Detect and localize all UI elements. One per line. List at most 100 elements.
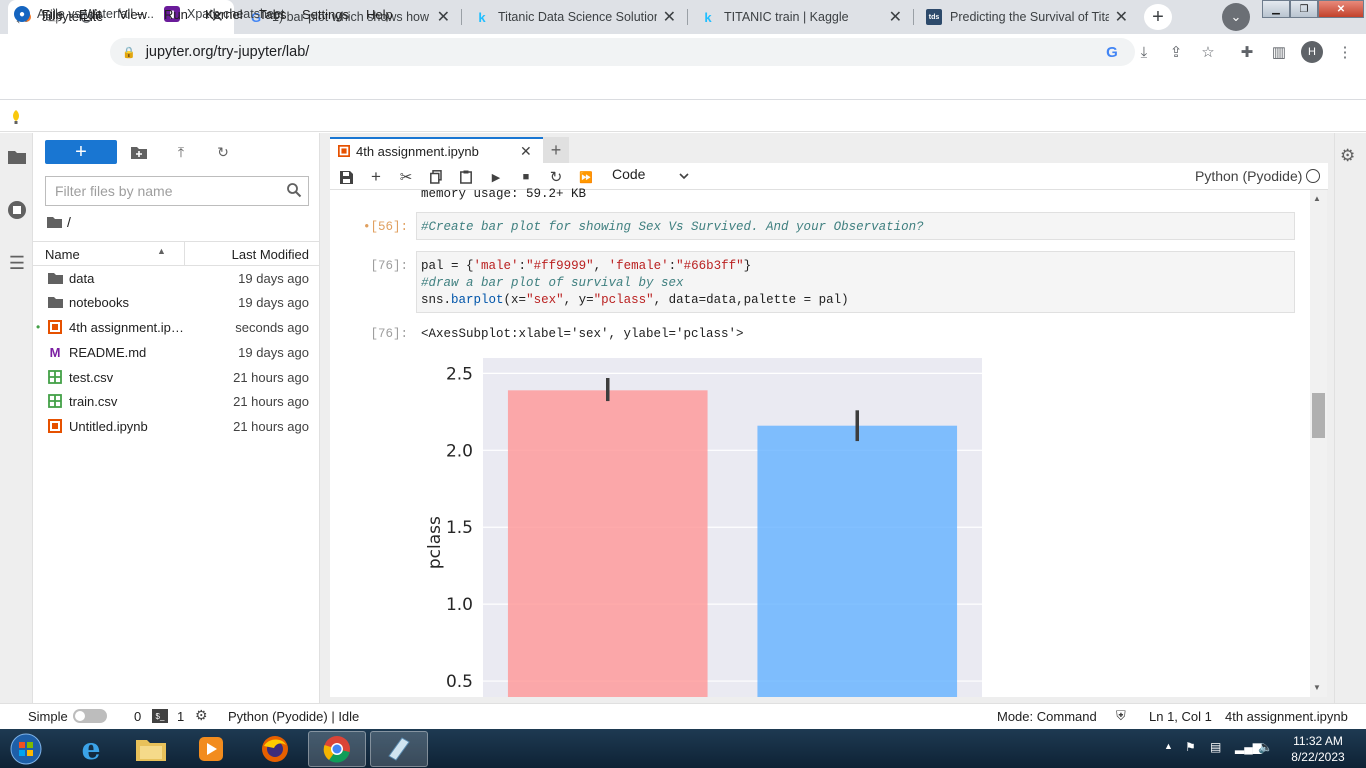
menu-settings[interactable]: Settings (302, 7, 349, 22)
explorer-icon[interactable] (122, 731, 180, 767)
new-tab-button[interactable]: + (1144, 4, 1172, 30)
side-panel-icon[interactable]: ▥ (1269, 42, 1289, 62)
folder-icon (47, 270, 63, 286)
close-icon[interactable]: ✕ (889, 7, 902, 27)
column-name[interactable]: Name (45, 247, 80, 262)
file-row[interactable]: train.csv 21 hours ago (33, 389, 320, 413)
menu-view[interactable]: View (119, 7, 147, 22)
save-icon[interactable] (337, 168, 355, 186)
media-player-icon[interactable] (182, 731, 240, 767)
chevron-down-icon[interactable] (678, 168, 690, 184)
new-folder-icon[interactable] (130, 144, 148, 160)
upload-icon[interactable]: ⤒ (172, 144, 190, 160)
extensions-icon[interactable]: ✚ (1237, 42, 1257, 62)
file-row[interactable]: M README.md 19 days ago (33, 340, 320, 364)
file-filter-input[interactable]: Filter files by name (45, 176, 309, 206)
add-tab-button[interactable]: + (543, 137, 569, 163)
simple-mode-toggle[interactable] (73, 709, 107, 723)
sort-ascending-icon[interactable]: ▲ (157, 246, 166, 256)
toc-icon[interactable]: ☰ (6, 252, 28, 274)
browser-tab-tds[interactable]: tds Predicting the Survival of Titan ✕ (916, 0, 1138, 34)
more-menu-icon[interactable]: ⋮ (1335, 42, 1355, 62)
chrome-icon[interactable] (308, 731, 366, 767)
usb-icon[interactable]: ▤ (1210, 740, 1221, 754)
menu-kernel[interactable]: Kernel (205, 7, 243, 22)
scrollbar-thumb[interactable] (1312, 393, 1325, 438)
insert-cell-icon[interactable]: + (367, 167, 385, 186)
close-icon[interactable]: ✕ (437, 7, 450, 27)
stop-icon[interactable]: ■ (517, 168, 535, 186)
taskbar-clock[interactable]: 11:32 AM 8/22/2023 (1280, 733, 1356, 765)
file-modified: 19 days ago (238, 294, 309, 310)
copy-icon[interactable] (427, 168, 445, 186)
file-name: data (69, 270, 95, 286)
file-row[interactable]: • 4th assignment.ipynb seconds ago (33, 315, 320, 339)
menu-edit[interactable]: Edit (79, 7, 101, 22)
google-lens-icon[interactable]: G (1102, 42, 1122, 62)
kernel-name[interactable]: Python (Pyodide) (1195, 168, 1302, 184)
maximize-button[interactable]: ❐ (1290, 0, 1318, 18)
code-cell[interactable]: pal = {'male':"#ff9999", 'female':"#66b3… (416, 251, 1295, 313)
file-row[interactable]: data 19 days ago (33, 266, 320, 290)
close-icon[interactable]: ✕ (663, 7, 676, 27)
new-launcher-button[interactable]: + (45, 140, 117, 164)
output-text: <AxesSubplot:xlabel='sex', ylabel='pclas… (421, 327, 744, 341)
browser-tab-kaggle-solutions[interactable]: k Titanic Data Science Solutions ✕ (464, 0, 686, 34)
scrollbar[interactable] (1310, 190, 1327, 697)
browser-tab-kaggle-train[interactable]: k TITANIC train | Kaggle ✕ (690, 0, 912, 34)
cell-type-select[interactable]: Code (612, 166, 645, 182)
trust-icon[interactable]: ⛨ (1116, 708, 1126, 724)
install-icon[interactable]: ⤓ (1134, 42, 1154, 62)
start-button[interactable] (6, 729, 46, 768)
avatar[interactable]: H (1301, 41, 1323, 63)
property-inspector-icon[interactable]: ⚙ (1340, 146, 1355, 166)
bookmark-star-icon[interactable]: ☆ (1198, 42, 1218, 62)
minimize-button[interactable]: ▁ (1262, 0, 1290, 18)
flag-icon[interactable]: ⚑ (1185, 740, 1196, 754)
refresh-icon[interactable]: ↻ (214, 144, 232, 160)
tray-expand-icon[interactable]: ▲ (1164, 741, 1173, 751)
cursor-position[interactable]: Ln 1, Col 1 (1149, 709, 1212, 724)
run-icon[interactable]: ▶ (487, 168, 505, 186)
jupyter-logo-icon (13, 110, 19, 124)
address-bar[interactable]: 🔒 jupyter.org/try-jupyter/lab/ (110, 38, 1135, 66)
y-tick-label: 2.0 (446, 441, 473, 461)
scroll-up-icon[interactable]: ▲ (1313, 194, 1321, 203)
terminal-icon: $_ (152, 709, 168, 723)
file-name: train.csv (69, 393, 118, 409)
file-row[interactable]: Untitled.ipynb 21 hours ago (33, 414, 320, 438)
notes-app-icon[interactable] (370, 731, 428, 767)
ie-icon[interactable]: e (62, 731, 120, 767)
running-icon[interactable] (6, 199, 28, 221)
spreadsheet-icon (47, 369, 63, 385)
running-indicator: • (36, 320, 41, 334)
close-icon[interactable]: ✕ (520, 143, 532, 160)
scroll-down-icon[interactable]: ▼ (1313, 683, 1321, 692)
menu-run[interactable]: Run (164, 7, 188, 22)
file-row[interactable]: notebooks 19 days ago (33, 290, 320, 314)
menu-help[interactable]: Help (366, 7, 393, 22)
file-modified: seconds ago (235, 319, 309, 335)
folder-icon[interactable] (6, 146, 28, 168)
file-modified: 21 hours ago (233, 369, 309, 385)
breadcrumb[interactable]: / (47, 214, 71, 230)
share-icon[interactable]: ⇪ (1166, 42, 1186, 62)
firefox-icon[interactable] (246, 731, 304, 767)
tab-search-button[interactable]: ⌄ (1222, 3, 1250, 31)
y-tick-label: 2.5 (446, 364, 473, 384)
code-cell[interactable]: #Create bar plot for showing Sex Vs Surv… (416, 212, 1295, 240)
volume-icon[interactable]: 🔈 (1258, 740, 1273, 754)
cut-icon[interactable]: ✂ (397, 168, 415, 186)
menu-tabs[interactable]: Tabs (259, 7, 286, 22)
column-last-modified[interactable]: Last Modified (232, 247, 309, 262)
close-icon[interactable]: ✕ (1115, 7, 1128, 27)
menu-file[interactable]: File (42, 7, 63, 22)
kernel-status[interactable]: Python (Pyodide) | Idle (228, 709, 359, 724)
fast-forward-icon[interactable]: ⏩ (577, 168, 595, 186)
file-row[interactable]: test.csv 21 hours ago (33, 365, 320, 389)
notebook-tab[interactable]: 4th assignment.ipynb ✕ (330, 137, 543, 163)
restart-icon[interactable]: ↻ (547, 168, 565, 186)
window-close-button[interactable]: ✕ (1318, 0, 1364, 18)
folder-icon (47, 294, 63, 310)
paste-icon[interactable] (457, 168, 475, 186)
